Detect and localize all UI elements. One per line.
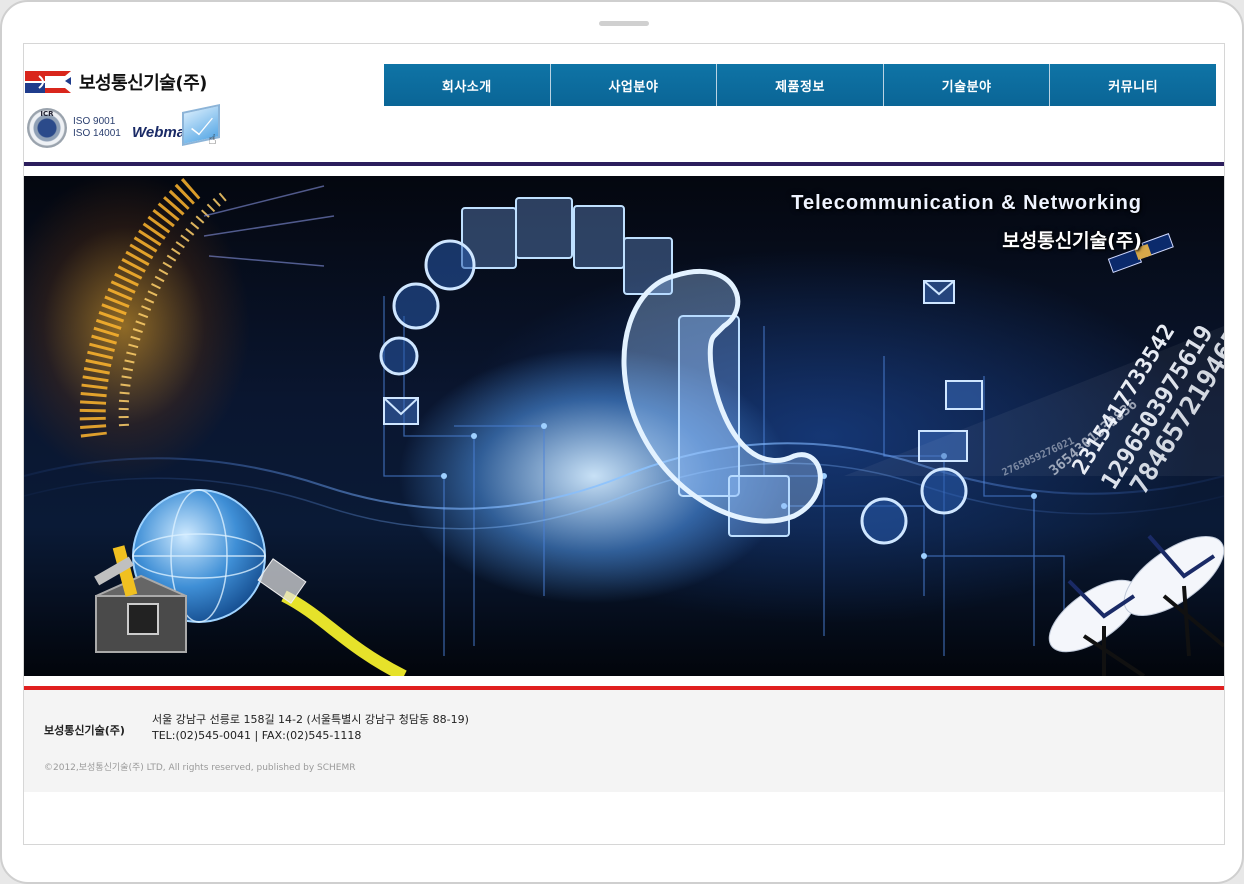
nav-community[interactable]: 커뮤니티	[1050, 64, 1216, 106]
logo-mark	[25, 69, 73, 95]
nav-technology[interactable]: 기술분야	[883, 64, 1051, 106]
company-logo[interactable]: 보성통신기술(주)	[25, 67, 207, 97]
satellite-dish-icon	[1048, 534, 1224, 676]
certification-seal-icon: ICR	[27, 108, 67, 148]
iso-certification: ICR ISO 9001 ISO 14001	[27, 104, 121, 152]
nav-company-intro[interactable]: 회사소개	[384, 64, 551, 106]
banner-company-name: 보성통신기술(주)	[1002, 230, 1142, 252]
footer-address: 서울 강남구 선릉로 158길 14-2 (서울특별시 강남구 청담동 88-1…	[152, 713, 469, 726]
site-header: 보성통신기술(주) ICR ISO 9001 ISO 14001 Webmail…	[24, 44, 1224, 162]
webmail-link[interactable]: Webmail ☝	[132, 102, 224, 150]
tablet-frame: 보성통신기술(주) ICR ISO 9001 ISO 14001 Webmail…	[0, 0, 1244, 884]
fiber-optic-decoration	[79, 176, 335, 438]
network-cable-icon	[257, 558, 407, 676]
browser-viewport: 보성통신기술(주) ICR ISO 9001 ISO 14001 Webmail…	[23, 43, 1225, 845]
nav-business-areas[interactable]: 사업분야	[550, 64, 718, 106]
pointer-hand-icon: ☝	[208, 132, 217, 148]
site-footer: 보성통신기술(주) 서울 강남구 선릉로 158길 14-2 (서울특별시 강남…	[24, 690, 1224, 792]
footer-contact-info: 서울 강남구 선릉로 158길 14-2 (서울특별시 강남구 청담동 88-1…	[152, 712, 469, 744]
nav-products[interactable]: 제품정보	[717, 64, 884, 106]
banner-tagline: Telecommunication & Networking	[791, 192, 1142, 214]
footer-phone-fax: TEL:(02)545-0041 | FAX:(02)545-1118	[152, 729, 362, 742]
tablet-speaker	[599, 21, 649, 26]
footer-company-name: 보성통신기술(주)	[44, 724, 125, 737]
cert-seal-text: ICR	[40, 110, 54, 118]
main-navigation: 회사소개 사업분야 제품정보 기술분야 커뮤니티	[384, 64, 1216, 106]
hero-banner: 2315417733542 1296503975619 784657219465…	[24, 176, 1224, 676]
footer-copyright: ©2012,보성통신기술(주) LTD, All rights reserved…	[44, 763, 356, 773]
cert-text: ISO 9001 ISO 14001	[73, 116, 121, 140]
cert-iso-9001: ISO 9001	[73, 116, 116, 127]
company-name: 보성통신기술(주)	[79, 73, 207, 94]
header-divider	[24, 162, 1224, 166]
cert-iso-14001: ISO 14001	[73, 128, 121, 139]
